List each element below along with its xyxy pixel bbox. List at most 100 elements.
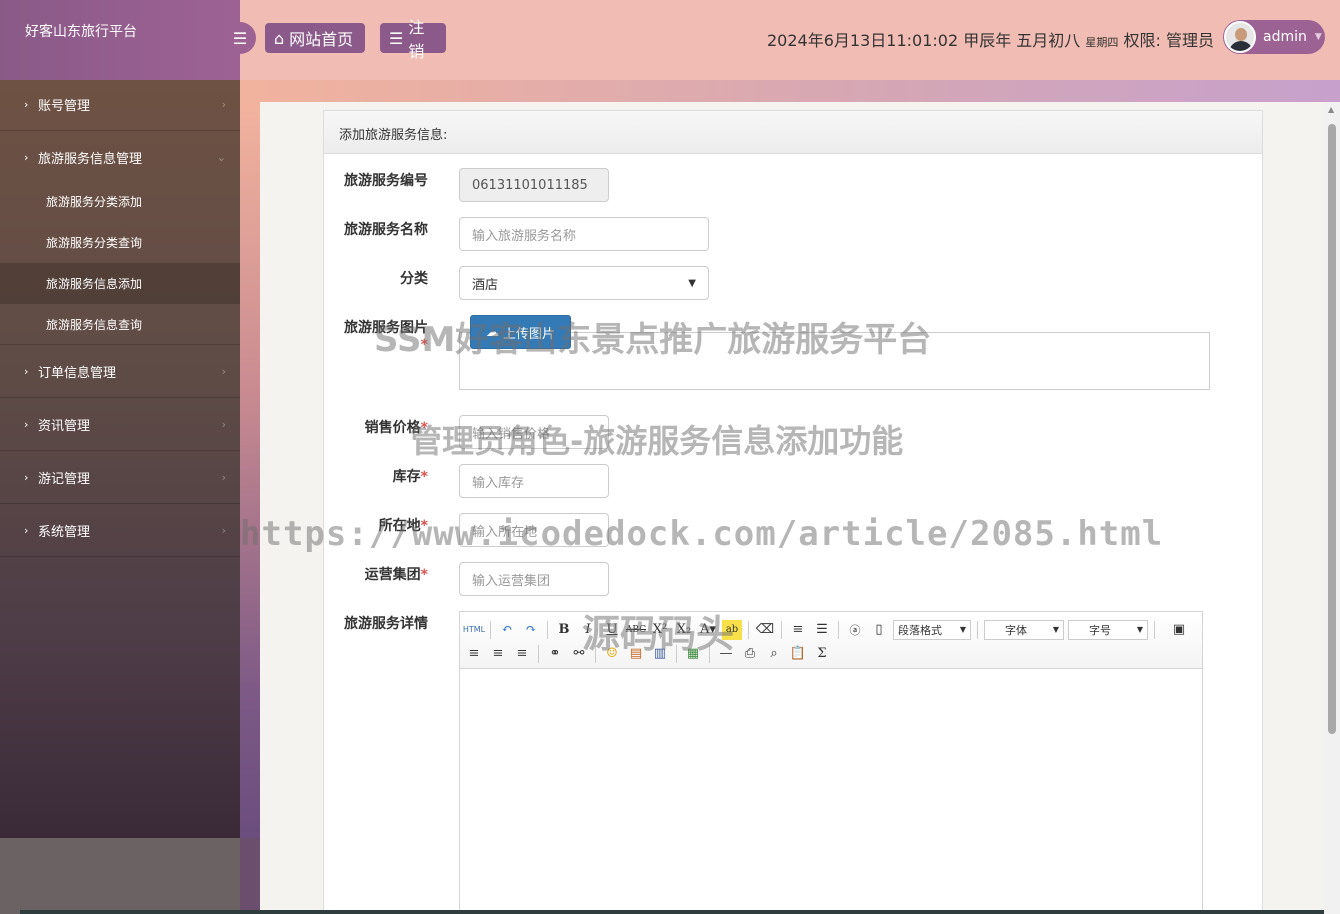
category-label: 分类 bbox=[400, 271, 428, 287]
align-left-icon[interactable]: ≡ bbox=[464, 644, 484, 664]
chevron-right-icon: › bbox=[24, 418, 29, 431]
chevron-right-icon: › bbox=[24, 524, 29, 537]
watermark-subtitle: 管理员角色-旅游服务信息添加功能 bbox=[410, 422, 904, 460]
datetime-text: 2024年6月13日11:01:02 甲辰年 五月初八 bbox=[767, 31, 1081, 50]
paragraph-format-select[interactable]: 段落格式 ▼ bbox=[893, 619, 971, 640]
blockquote-icon[interactable]: ⓐ bbox=[845, 620, 865, 640]
chevron-down-icon: ▼ bbox=[1136, 625, 1143, 634]
print-icon[interactable]: ⎙ bbox=[740, 644, 760, 664]
ordered-list-icon[interactable]: ≡ bbox=[788, 620, 808, 640]
code-label: 旅游服务编号 bbox=[344, 173, 428, 189]
chevron-right-icon: › bbox=[24, 150, 29, 164]
unordered-list-icon[interactable]: ☰ bbox=[812, 620, 832, 640]
header-gradient-band bbox=[240, 80, 1340, 102]
paste-icon[interactable]: 📋 bbox=[788, 644, 808, 664]
weekday-text: 星期四 bbox=[1085, 36, 1119, 49]
link-icon[interactable]: ⚭ bbox=[545, 644, 565, 664]
align-center-icon[interactable]: ≡ bbox=[488, 644, 508, 664]
permission-text: 权限: 管理员 bbox=[1123, 31, 1214, 50]
sidebar-subitem-info-add[interactable]: 旅游服务信息添加 bbox=[0, 263, 240, 304]
chevron-down-icon: ▼ bbox=[688, 277, 696, 289]
stock-label: 库存* bbox=[318, 466, 428, 486]
home-icon: ⌂ bbox=[274, 28, 285, 48]
chevron-right-icon: › bbox=[221, 471, 226, 484]
bottom-edge bbox=[20, 910, 1324, 914]
app-title: 好客山东旅行平台 bbox=[0, 0, 240, 80]
font-family-select[interactable]: 字体 ▼ bbox=[984, 619, 1064, 640]
editor-toolbar: HTML ↶ ↷ B I U ABC X² X₂ A▾ ab ⌫ ≡ ☰ ⓐ ▯… bbox=[460, 612, 1202, 669]
page-icon[interactable]: ▯ bbox=[869, 620, 889, 640]
caret-down-icon: ▼ bbox=[1314, 32, 1322, 42]
preview-icon[interactable]: ⌕ bbox=[764, 644, 784, 664]
sidebar-item-account[interactable]: › 账号管理 › bbox=[0, 79, 240, 131]
chevron-down-icon: ▼ bbox=[1052, 625, 1059, 634]
formula-icon[interactable]: Σ bbox=[812, 644, 832, 664]
sidebar-item-orders[interactable]: › 订单信息管理 › bbox=[0, 346, 240, 398]
watermark-title: SSM好客山东景点推广旅游服务平台 bbox=[374, 320, 932, 360]
sidebar-item-travelogue[interactable]: › 游记管理 › bbox=[0, 452, 240, 504]
chevron-right-icon: › bbox=[24, 365, 29, 378]
font-size-value: 字号 bbox=[1089, 623, 1111, 637]
chevron-right-icon: › bbox=[24, 471, 29, 484]
sidebar-subitem-category-query[interactable]: 旅游服务分类查询 bbox=[0, 222, 240, 263]
sidebar-item-travel-service[interactable]: › 旅游服务信息管理 ⌄ bbox=[0, 131, 240, 183]
form-title: 添加旅游服务信息: bbox=[324, 111, 1262, 154]
toolbar-divider bbox=[547, 620, 548, 639]
home-button-label: 网站首页 bbox=[289, 30, 354, 49]
chevron-down-icon: ▼ bbox=[959, 625, 966, 634]
watermark-brand: 源码码头 bbox=[582, 612, 735, 656]
sidebar-subitem-info-query[interactable]: 旅游服务信息查询 bbox=[0, 304, 240, 345]
sidebar-item-system[interactable]: › 系统管理 › bbox=[0, 505, 240, 557]
chevron-right-icon: › bbox=[221, 365, 226, 378]
content-edge bbox=[240, 102, 260, 838]
chevron-right-icon: › bbox=[221, 524, 226, 537]
category-select[interactable]: 酒店 ▼ bbox=[459, 266, 709, 300]
sidebar-footer bbox=[0, 838, 240, 914]
user-menu-button[interactable]: admin ▼ bbox=[1223, 20, 1325, 54]
sidebar-item-label: 资讯管理 bbox=[38, 419, 91, 434]
sidebar-item-label: 旅游服务信息管理 bbox=[38, 151, 143, 167]
sidebar-item-news[interactable]: › 资讯管理 › bbox=[0, 399, 240, 451]
align-right-icon[interactable]: ≡ bbox=[512, 644, 532, 664]
group-label-text: 运营集团 bbox=[364, 567, 421, 583]
home-button[interactable]: ⌂ 网站首页 bbox=[265, 23, 365, 53]
sidebar-item-label: 订单信息管理 bbox=[38, 366, 117, 381]
chevron-right-icon: › bbox=[221, 418, 226, 431]
rich-text-editor[interactable]: HTML ↶ ↷ B I U ABC X² X₂ A▾ ab ⌫ ≡ ☰ ⓐ ▯… bbox=[459, 611, 1203, 914]
bold-icon[interactable]: B bbox=[554, 620, 574, 640]
sidebar-item-label: 系统管理 bbox=[38, 525, 91, 540]
font-family-value: 字体 bbox=[1005, 623, 1027, 637]
undo-icon[interactable]: ↶ bbox=[497, 620, 517, 640]
vertical-scrollbar[interactable]: ▲ bbox=[1324, 102, 1340, 914]
group-input[interactable]: 输入运营集团 bbox=[459, 562, 609, 596]
avatar bbox=[1224, 21, 1256, 53]
username: admin bbox=[1263, 29, 1307, 45]
sidebar-item-label: 账号管理 bbox=[38, 99, 91, 114]
hamburger-icon: ☰ bbox=[232, 28, 248, 48]
scrollbar-thumb[interactable] bbox=[1328, 124, 1336, 734]
eraser-icon[interactable]: ⌫ bbox=[755, 620, 775, 640]
code-field[interactable]: 06131101011185 bbox=[459, 168, 609, 202]
toolbar-divider bbox=[748, 620, 749, 639]
chevron-down-icon: ⌄ bbox=[216, 150, 226, 164]
menu-toggle-button[interactable]: ☰ bbox=[224, 22, 256, 54]
detail-label: 旅游服务详情 bbox=[344, 616, 428, 632]
html-source-icon[interactable]: HTML bbox=[463, 620, 485, 640]
name-input[interactable]: 输入旅游服务名称 bbox=[459, 217, 709, 251]
font-size-select[interactable]: 字号 ▼ bbox=[1068, 619, 1148, 640]
redo-icon[interactable]: ↷ bbox=[521, 620, 541, 640]
stock-label-text: 库存 bbox=[392, 469, 421, 485]
toolbar-divider bbox=[781, 620, 782, 639]
logout-button[interactable]: ☰ 注销 bbox=[380, 18, 446, 61]
toolbar-divider bbox=[1154, 620, 1155, 639]
scroll-up-icon: ▲ bbox=[1328, 105, 1335, 114]
header-info: 2024年6月13日11:01:02 甲辰年 五月初八 星期四 权限: 管理员 bbox=[767, 27, 1214, 51]
chevron-right-icon: › bbox=[24, 98, 29, 111]
stock-input[interactable]: 输入库存 bbox=[459, 464, 609, 498]
fullscreen-icon[interactable]: ▣ bbox=[1169, 620, 1189, 640]
group-label: 运营集团* bbox=[318, 564, 428, 584]
sidebar-subitem-category-add[interactable]: 旅游服务分类添加 bbox=[0, 181, 240, 222]
logout-button-label: 注销 bbox=[408, 18, 425, 61]
category-selected-value: 酒店 bbox=[472, 277, 499, 293]
required-mark: * bbox=[420, 469, 428, 485]
